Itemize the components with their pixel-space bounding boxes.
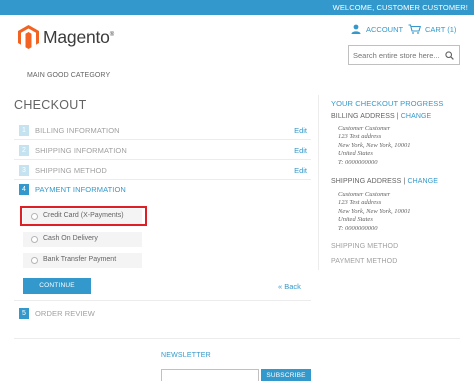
progress-title: YOUR CHECKOUT PROGRESS xyxy=(331,99,444,108)
highlight-box xyxy=(20,206,147,226)
newsletter-email-input[interactable] xyxy=(161,369,259,381)
payment-radio[interactable] xyxy=(31,257,38,264)
shipping-address: Customer Customer 123 Test address New Y… xyxy=(338,191,411,232)
payment-label: Cash On Delivery xyxy=(43,235,98,242)
step-title: PAYMENT INFORMATION xyxy=(35,185,126,194)
edit-billing-link[interactable]: Edit xyxy=(294,126,307,135)
page-title: CHECKOUT xyxy=(14,98,87,112)
step-number: 1 xyxy=(19,125,29,136)
checkout-progress-sidebar: YOUR CHECKOUT PROGRESS BILLING ADDRESS |… xyxy=(318,95,468,270)
step-title: SHIPPING INFORMATION xyxy=(35,146,127,155)
step-title: ORDER REVIEW xyxy=(35,309,95,318)
subscribe-button[interactable]: SUBSCRIBE xyxy=(261,369,311,381)
edit-shipping-method-link[interactable]: Edit xyxy=(294,166,307,175)
logo-wordmark: Magento® xyxy=(43,26,114,47)
step-title: BILLING INFORMATION xyxy=(35,126,120,135)
progress-shipping-method: SHIPPING METHOD xyxy=(331,243,399,250)
account-label: ACCOUNT xyxy=(366,24,404,34)
payment-radio[interactable] xyxy=(31,236,38,243)
search-icon[interactable] xyxy=(445,51,454,60)
step-order-review: 5 ORDER REVIEW xyxy=(14,304,311,323)
change-shipping-link[interactable]: CHANGE xyxy=(407,178,438,185)
account-icon xyxy=(351,24,361,34)
welcome-message: WELCOME, CUSTOMER CUSTOMER! xyxy=(332,3,468,12)
search-input[interactable] xyxy=(353,49,441,62)
payment-option-bank-transfer[interactable]: Bank Transfer Payment xyxy=(23,253,142,268)
step-number: 2 xyxy=(19,145,29,156)
cart-label: CART (1) xyxy=(425,24,457,34)
back-link[interactable]: « Back xyxy=(278,282,301,291)
account-link[interactable]: ACCOUNT xyxy=(351,24,403,34)
payment-label: Bank Transfer Payment xyxy=(43,256,117,263)
nav-main-good-category[interactable]: MAIN GOOD CATEGORY xyxy=(27,72,110,79)
continue-button[interactable]: CONTINUE xyxy=(23,278,91,294)
billing-address-heading: BILLING ADDRESS | CHANGE xyxy=(331,113,432,120)
step-title: SHIPPING METHOD xyxy=(35,166,107,175)
footer-divider xyxy=(14,338,460,339)
divider xyxy=(14,300,311,301)
edit-shipping-link[interactable]: Edit xyxy=(294,146,307,155)
magento-logo-icon xyxy=(18,25,39,49)
step-shipping-method[interactable]: 3 SHIPPING METHOD Edit xyxy=(14,161,311,180)
change-billing-link[interactable]: CHANGE xyxy=(401,113,432,120)
cart-icon xyxy=(408,24,421,34)
search-box xyxy=(348,45,460,65)
step-number: 3 xyxy=(19,165,29,176)
logo[interactable]: Magento® xyxy=(18,25,114,49)
top-bar: WELCOME, CUSTOMER CUSTOMER! xyxy=(0,0,474,15)
progress-payment-method: PAYMENT METHOD xyxy=(331,258,398,265)
step-number: 4 xyxy=(19,184,29,195)
cart-link[interactable]: CART (1) xyxy=(408,24,456,34)
step-shipping-information[interactable]: 2 SHIPPING INFORMATION Edit xyxy=(14,141,311,160)
step-payment-information: 4 PAYMENT INFORMATION xyxy=(14,180,311,199)
payment-option-cash-on-delivery[interactable]: Cash On Delivery xyxy=(23,232,142,247)
billing-address: Customer Customer 123 Test address New Y… xyxy=(338,125,411,166)
shipping-address-heading: SHIPPING ADDRESS | CHANGE xyxy=(331,178,439,185)
step-number: 5 xyxy=(19,308,29,319)
newsletter-title: NEWSLETTER xyxy=(161,352,211,359)
step-billing-information[interactable]: 1 BILLING INFORMATION Edit xyxy=(14,121,311,140)
